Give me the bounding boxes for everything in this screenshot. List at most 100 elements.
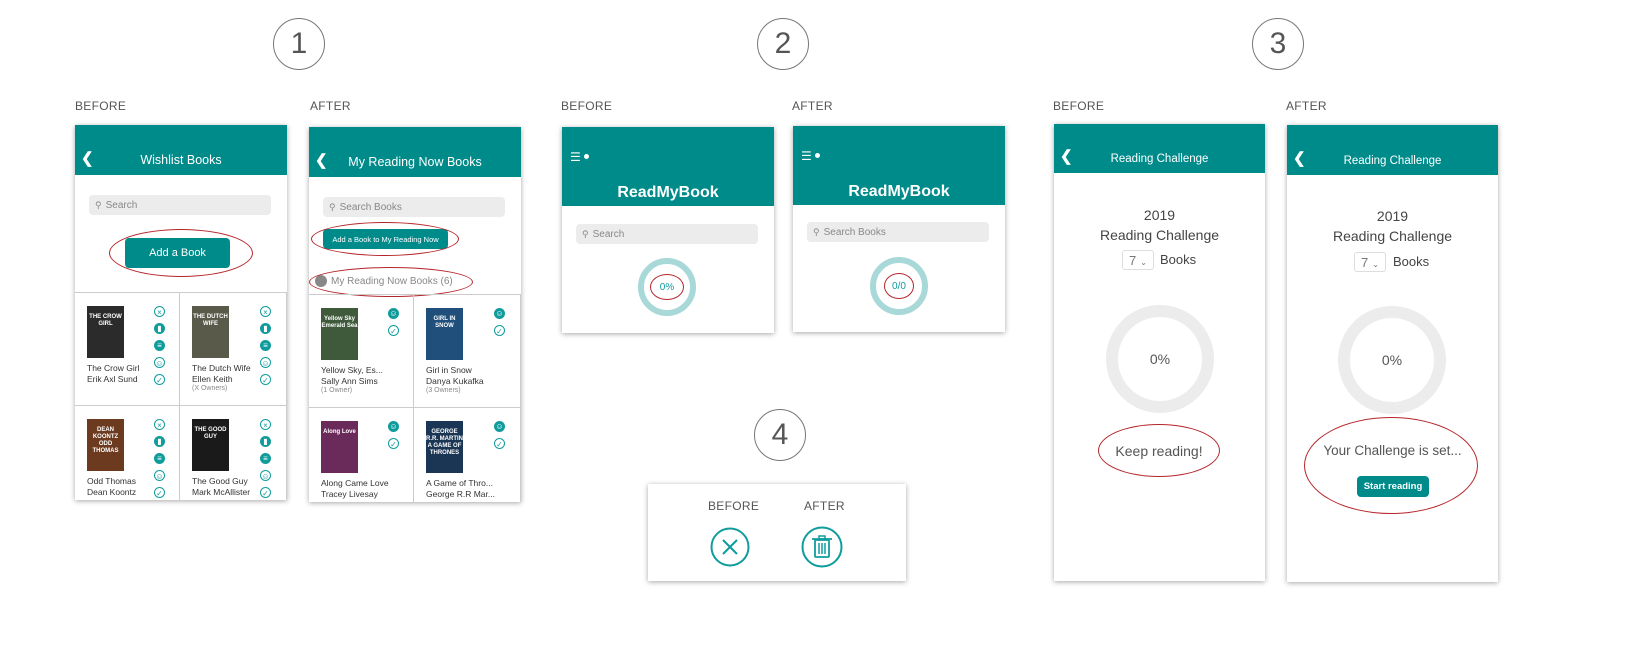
- list-icon[interactable]: ≡: [154, 453, 165, 464]
- search-input[interactable]: ⚲ Search: [89, 195, 271, 215]
- highlight-oval: [109, 229, 253, 277]
- book-card[interactable]: THE CROW GIRL The Crow Girl Erik Axl Sund ×…: [75, 293, 180, 406]
- search-icon: ⚲: [95, 199, 102, 210]
- book-cover[interactable]: THE CROW GIRL: [87, 306, 124, 358]
- reading-icon[interactable]: ☺: [494, 421, 505, 432]
- book-cover[interactable]: GEORGE R.R. MARTIN A GAME OF THRONES: [426, 421, 463, 473]
- reading-icon[interactable]: ☺: [260, 357, 271, 368]
- screen-title: Reading Challenge: [1343, 155, 1442, 167]
- progress-ring: 0%: [638, 258, 696, 316]
- search-icon: ⚲: [582, 228, 589, 239]
- book-card[interactable]: GEORGE R.R. MARTIN A GAME OF THRONES A Ga…: [414, 408, 521, 502]
- check-icon[interactable]: ✓: [494, 438, 505, 449]
- app-title: ReadMyBook: [848, 183, 950, 200]
- book-author: Mark McAllister: [192, 486, 251, 497]
- remove-icon[interactable]: ×: [154, 419, 165, 430]
- reading-icon[interactable]: ☺: [154, 357, 165, 368]
- book-title: Along Came Love: [321, 478, 389, 488]
- list-icon[interactable]: ≡: [260, 453, 271, 464]
- book-cover[interactable]: Along Love: [321, 421, 358, 473]
- reading-challenge-screen: ❮ Reading Challenge 2019 Reading Challen…: [1054, 124, 1265, 581]
- search-placeholder: Search Books: [339, 201, 402, 213]
- reading-icon[interactable]: ☺: [260, 470, 271, 481]
- reading-icon[interactable]: ☺: [154, 470, 165, 481]
- book-card[interactable]: THE GOOD GUY The Good Guy Mark McAllister ×…: [180, 406, 287, 500]
- start-reading-button[interactable]: Start reading: [1357, 476, 1429, 497]
- before-label: BEFORE: [561, 99, 613, 113]
- progress-ring: 0/0: [870, 257, 928, 315]
- book-title: Yellow Sky, Es...: [321, 365, 383, 375]
- book-author: Dean Koontz: [87, 486, 137, 497]
- remove-icon[interactable]: ×: [260, 419, 271, 430]
- book-author: George R.R Mar...: [426, 488, 495, 499]
- home-screen: ☰ ReadMyBook ⚲ Search 0%: [562, 127, 774, 333]
- book-owners: (1 Owner): [321, 387, 353, 394]
- bookmark-icon[interactable]: ▮: [260, 323, 271, 334]
- reading-now-screen: ❮ My Reading Now Books ⚲ Search Books Ad…: [309, 127, 521, 502]
- book-cover[interactable]: GIRL IN SNOW: [426, 308, 463, 360]
- search-input[interactable]: ⚲ Search: [576, 224, 758, 244]
- book-grid: THE CROW GIRL The Crow Girl Erik Axl Sund ×…: [75, 292, 287, 500]
- challenge-message: Your Challenge is set...: [1323, 443, 1462, 458]
- reading-icon[interactable]: ☺: [494, 308, 505, 319]
- book-card[interactable]: THE DUTCH WIFE The Dutch Wife Ellen Keith(…: [180, 293, 287, 406]
- book-count-select[interactable]: 7 ⌄: [1122, 250, 1154, 270]
- check-icon[interactable]: ✓: [494, 325, 505, 336]
- step-number-3: 3: [1252, 18, 1304, 70]
- header: ☰ ReadMyBook: [562, 127, 774, 206]
- bookmark-icon[interactable]: ▮: [154, 436, 165, 447]
- remove-icon[interactable]: ×: [154, 306, 165, 317]
- book-cover[interactable]: THE DUTCH WIFE: [192, 306, 229, 358]
- app-title: ReadMyBook: [617, 184, 719, 201]
- trash-icon: [801, 526, 843, 568]
- check-icon[interactable]: ✓: [388, 325, 399, 336]
- reading-icon[interactable]: ☺: [388, 421, 399, 432]
- highlight-oval: [311, 222, 459, 256]
- book-card[interactable]: Along Love Along Came Love Tracey Livesay ☺…: [309, 408, 414, 502]
- menu-icon[interactable]: ☰: [801, 150, 812, 162]
- book-cover[interactable]: DEAN KOONTZ ODD THOMAS: [87, 419, 124, 471]
- bookmark-icon[interactable]: ▮: [260, 436, 271, 447]
- book-count-value: 7: [1129, 253, 1137, 268]
- screen-title: Reading Challenge: [1110, 153, 1209, 165]
- check-icon[interactable]: ✓: [260, 487, 271, 498]
- search-input[interactable]: ⚲ Search Books: [323, 197, 505, 217]
- after-label: AFTER: [804, 499, 845, 513]
- search-placeholder: Search: [592, 228, 625, 240]
- book-card[interactable]: DEAN KOONTZ ODD THOMAS Odd Thomas Dean Koo…: [75, 406, 180, 500]
- wishlist-screen: ❮ Wishlist Books ⚲ Search Add a Book THE…: [75, 125, 287, 500]
- bookmark-icon[interactable]: ▮: [154, 323, 165, 334]
- screen-title: My Reading Now Books: [348, 155, 482, 169]
- book-title: Odd Thomas: [87, 476, 136, 486]
- book-cover[interactable]: THE GOOD GUY: [192, 419, 229, 471]
- search-placeholder: Search: [105, 199, 138, 211]
- search-input[interactable]: ⚲ Search Books: [807, 222, 989, 242]
- book-count-value: 7: [1361, 255, 1369, 270]
- step-number-4: 4: [754, 409, 806, 461]
- check-icon[interactable]: ✓: [154, 487, 165, 498]
- progress-ring: 0%: [1106, 305, 1214, 413]
- book-card[interactable]: GIRL IN SNOW Girl in Snow Danya Kukafka (3 …: [414, 295, 521, 408]
- book-card[interactable]: Yellow Sky Emerald Sea Yellow Sky, Es... S…: [309, 295, 414, 408]
- notification-dot-icon: [584, 154, 589, 159]
- menu-icon[interactable]: ☰: [570, 151, 581, 163]
- remove-icon[interactable]: ×: [260, 306, 271, 317]
- before-label: BEFORE: [708, 499, 760, 513]
- close-circle-icon: [710, 527, 750, 567]
- check-icon[interactable]: ✓: [388, 438, 399, 449]
- before-label: BEFORE: [1053, 99, 1105, 113]
- list-icon[interactable]: ≡: [260, 340, 271, 351]
- book-count-unit: Books: [1393, 254, 1430, 269]
- reading-icon[interactable]: ☺: [388, 308, 399, 319]
- after-label: AFTER: [1286, 99, 1327, 113]
- book-cover[interactable]: Yellow Sky Emerald Sea: [321, 308, 358, 360]
- check-icon[interactable]: ✓: [260, 374, 271, 385]
- highlight-oval: [1304, 417, 1478, 514]
- chevron-down-icon: ⌄: [1140, 258, 1147, 267]
- check-icon[interactable]: ✓: [154, 374, 165, 385]
- book-count-select[interactable]: 7 ⌄: [1354, 252, 1386, 272]
- challenge-year: 2019: [1143, 207, 1176, 223]
- list-icon[interactable]: ≡: [154, 340, 165, 351]
- notification-dot-icon: [815, 153, 820, 158]
- header: ☰ ReadMyBook: [793, 126, 1005, 205]
